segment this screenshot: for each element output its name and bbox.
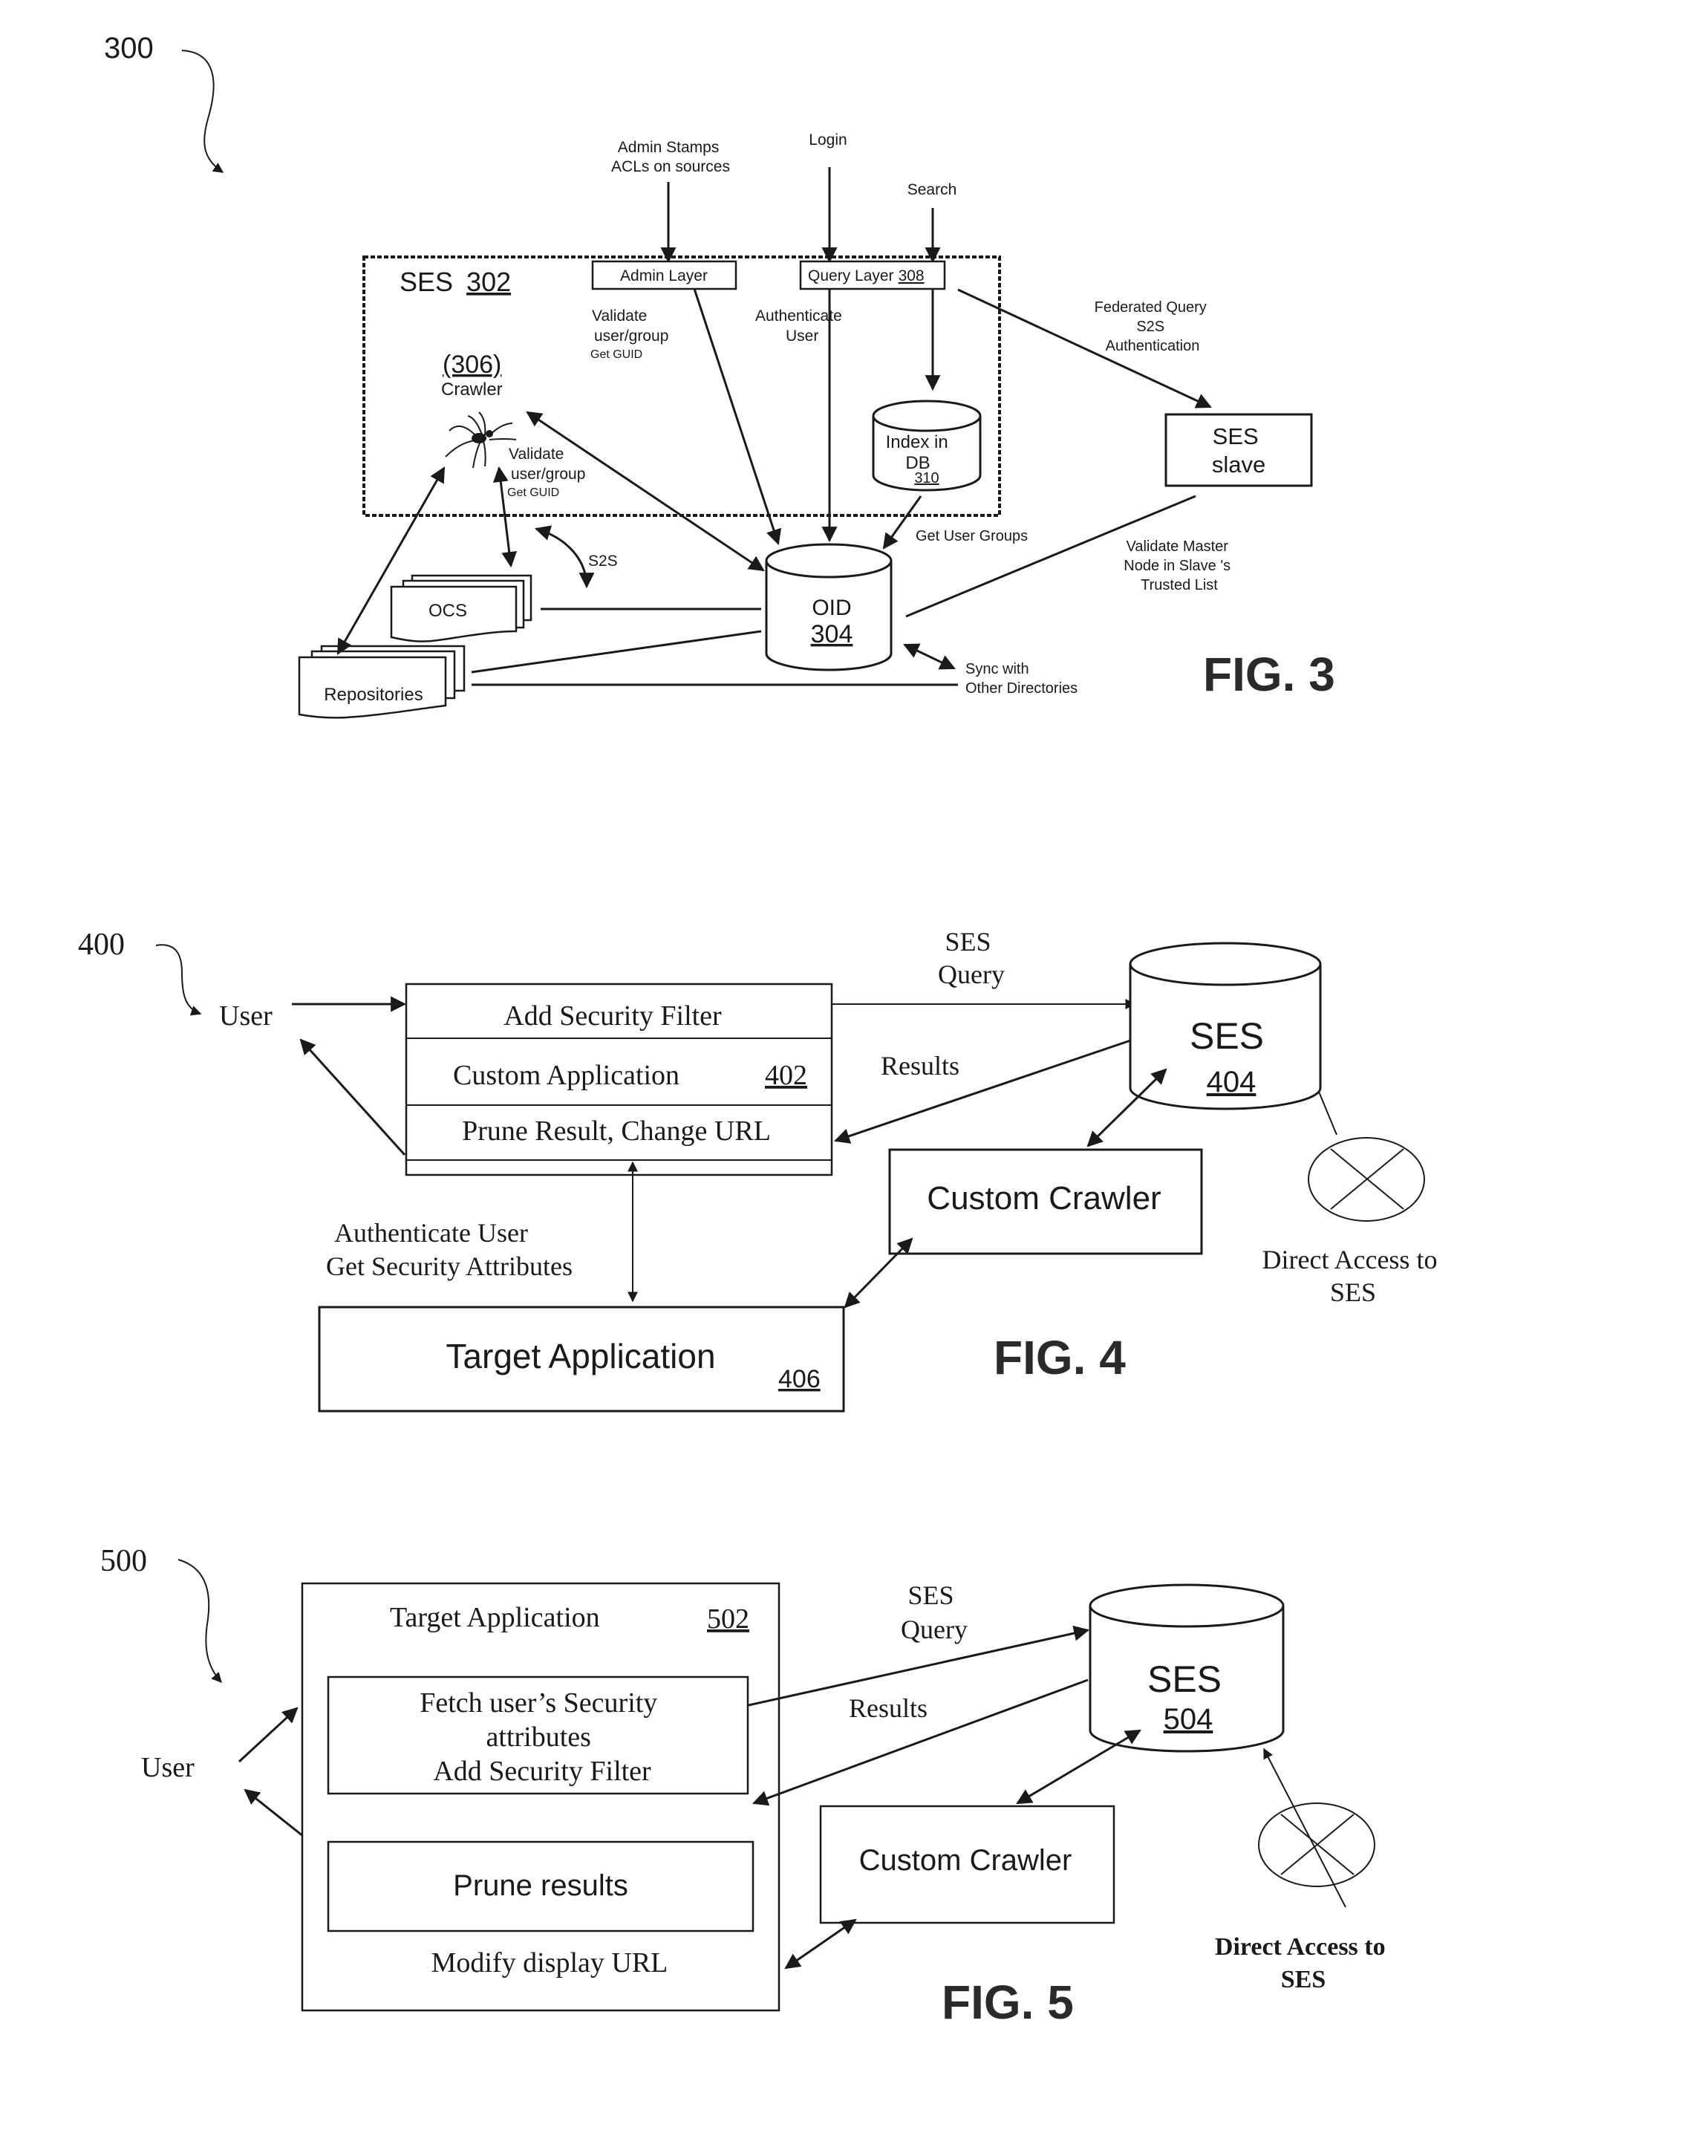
target-application-ref: 502 xyxy=(707,1603,749,1635)
s2s-label: S2S xyxy=(588,553,618,570)
get-user-groups-label: Get User Groups xyxy=(916,528,1028,544)
ses-302-label: SES 302 xyxy=(400,267,511,297)
direct-access-blocked-icon xyxy=(1308,1091,1425,1222)
index-db-ref: 310 xyxy=(914,470,939,486)
crawler-ses-arrow xyxy=(1086,1068,1167,1147)
ses-404-cylinder: SES 404 xyxy=(1129,942,1322,1110)
search-label: Search xyxy=(907,181,957,198)
custom-crawler-label: Custom Crawler xyxy=(927,1180,1161,1217)
direct-access-label: Direct Access to SES xyxy=(1215,1933,1392,1993)
admin-stamps-label: Admin Stamps ACLs on sources xyxy=(611,139,730,175)
custom-application-label: Custom Application xyxy=(453,1060,679,1091)
fig5-caption: FIG. 5 xyxy=(942,1976,1074,2029)
authenticate-user-label: Authenticate User xyxy=(755,307,847,345)
fig4-user-label: User xyxy=(219,1000,273,1032)
figure-4: 400 User Add Security Filter Custom Appl… xyxy=(78,927,1444,1413)
fig3-caption: FIG. 3 xyxy=(1203,648,1335,701)
target-application-container xyxy=(301,1582,780,2012)
admin-layer-label: Admin Layer xyxy=(620,267,708,284)
crawler-ses-arrow xyxy=(1016,1729,1141,1805)
results-label: Results xyxy=(881,1051,959,1081)
s2s-arrow xyxy=(534,525,595,589)
oid-304-cylinder: OID 304 xyxy=(765,543,893,671)
authenticate-user-label: Authenticate User Get Security Attribute… xyxy=(326,1218,573,1281)
crawler-target-arrow xyxy=(784,1918,857,1970)
login-label: Login xyxy=(809,131,847,149)
index-db-310-cylinder: Index in DB 310 xyxy=(872,400,982,492)
fig5-user-label: User xyxy=(141,1752,195,1783)
ses-ref: 504 xyxy=(1164,1703,1213,1736)
sync-label: Sync with Other Directories xyxy=(965,661,1078,697)
query-layer-label: Query Layer 308 xyxy=(808,267,925,284)
crawler-target-arrow xyxy=(844,1237,913,1309)
results-label: Results xyxy=(849,1693,928,1723)
fig3-reference-number: 300 xyxy=(104,32,154,65)
ses-label: SES xyxy=(1190,1015,1264,1057)
crawler-validate-label: Validate user/group Get GUID xyxy=(507,446,590,499)
add-security-filter-label: Add Security Filter xyxy=(503,1000,722,1032)
repositories-document-stack: Repositories xyxy=(298,645,466,719)
direct-access-blocked-icon xyxy=(1258,1748,1375,1908)
target-application-ref: 406 xyxy=(778,1365,821,1393)
direct-access-label: Direct Access to SES xyxy=(1262,1245,1444,1307)
figure-3: 300 SES 302 Admin Stamps ACLs on sources … xyxy=(104,32,1335,719)
ses-query-label: SES Query xyxy=(901,1580,968,1644)
repositories-oid-line xyxy=(471,630,762,674)
ses-label: SES xyxy=(1147,1658,1222,1700)
admin-validate-label: Validate user/group Get GUID xyxy=(590,307,673,361)
prune-results-label: Prune results xyxy=(453,1869,628,1902)
figure-5: 500 User Target Application 502 Fetch us… xyxy=(100,1544,1392,2029)
modify-url-label: Modify display URL xyxy=(431,1947,668,1978)
validate-master-label: Validate Master Node in Slave 's Trusted… xyxy=(1124,538,1234,593)
app-to-user-arrow xyxy=(299,1038,406,1156)
target-application-label: Target Application xyxy=(390,1602,600,1633)
prune-result-label: Prune Result, Change URL xyxy=(462,1116,771,1147)
user-to-app-arrow xyxy=(238,1707,299,1763)
admin-validate-arrow xyxy=(693,288,782,545)
reference-leader-arrow xyxy=(155,944,202,1016)
federated-query-label: Federated Query S2S Authentication xyxy=(1095,299,1211,354)
repositories-label: Repositories xyxy=(324,685,423,705)
reference-leader-arrow xyxy=(177,1559,222,1684)
target-application-label: Target Application xyxy=(446,1337,715,1375)
ses-query-label: SES Query xyxy=(938,927,1005,989)
ses-ref: 404 xyxy=(1207,1066,1256,1098)
crawler-oid-arrow xyxy=(526,411,765,572)
crawler-reference: (306) xyxy=(443,351,501,379)
patent-figure-sheet: 300 SES 302 Admin Stamps ACLs on sources … xyxy=(78,32,1444,2029)
ocs-label: OCS xyxy=(428,601,467,621)
oid-label: OID xyxy=(812,596,851,620)
spider-icon xyxy=(445,411,517,469)
crawler-label: Crawler xyxy=(441,380,503,400)
oid-ref: 304 xyxy=(811,620,853,648)
ses-504-cylinder: SES 504 xyxy=(1089,1583,1285,1753)
fig4-reference-number: 400 xyxy=(78,928,125,962)
fig5-reference-number: 500 xyxy=(100,1544,147,1578)
custom-crawler-label: Custom Crawler xyxy=(859,1844,1072,1877)
fig4-caption: FIG. 4 xyxy=(994,1331,1126,1384)
ocs-document-stack: OCS xyxy=(390,574,532,642)
sync-arrow xyxy=(903,643,956,670)
custom-application-ref: 402 xyxy=(765,1060,807,1091)
reference-leader-arrow xyxy=(181,50,224,173)
